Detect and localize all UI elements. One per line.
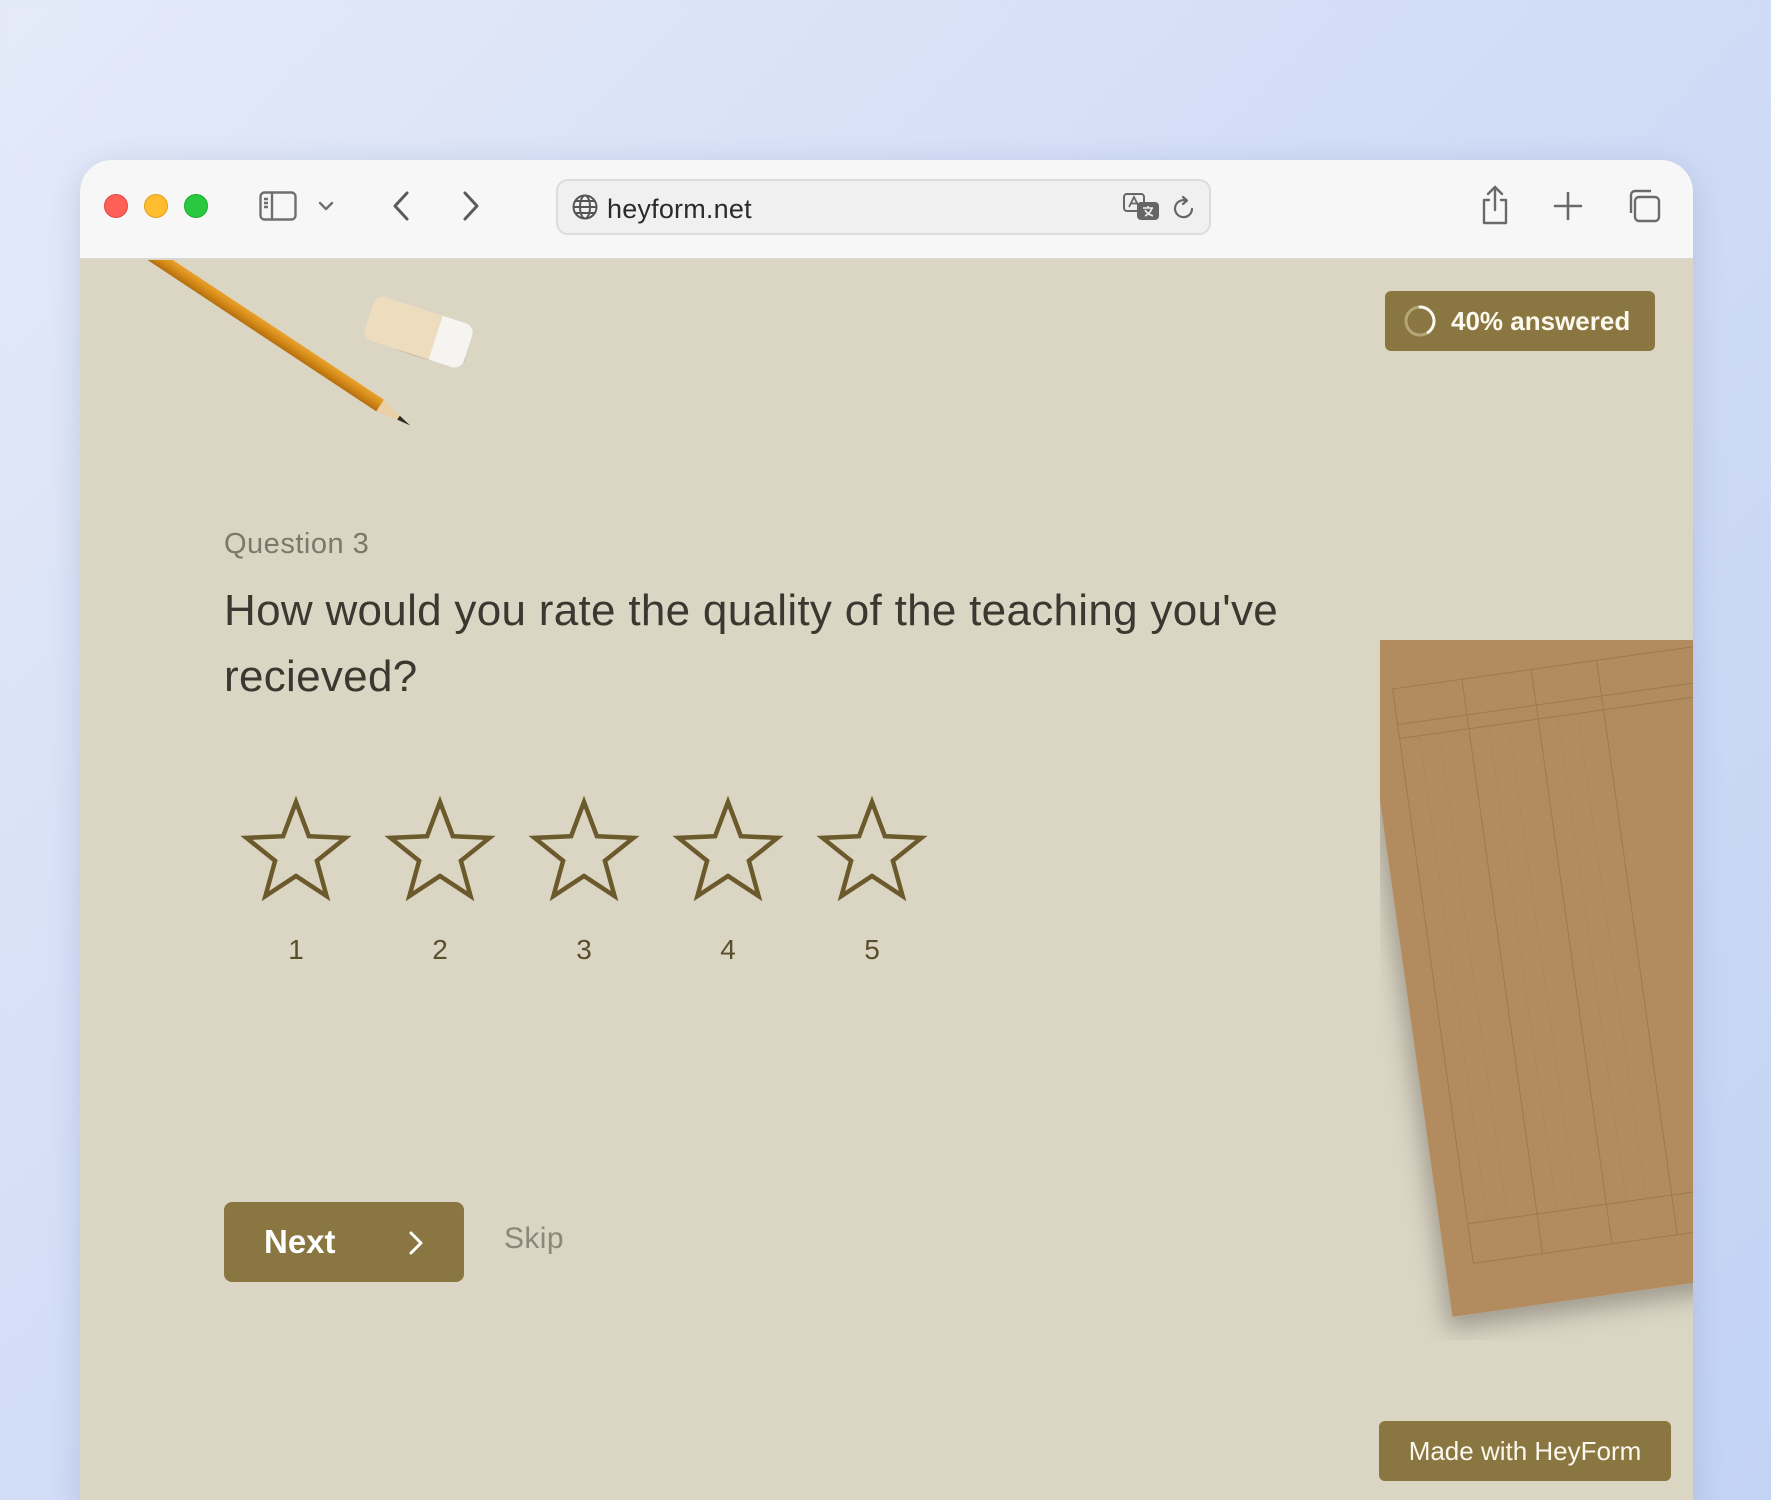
star-label: 1 bbox=[288, 934, 304, 965]
next-button-label: Next bbox=[264, 1223, 336, 1260]
zoom-window-button[interactable] bbox=[184, 194, 208, 218]
reload-icon[interactable] bbox=[1170, 193, 1198, 223]
url-text: heyform.net bbox=[607, 194, 752, 224]
chevron-left-icon[interactable] bbox=[384, 188, 418, 224]
sidebar-toggle-icon[interactable] bbox=[258, 188, 298, 224]
chevron-down-icon[interactable] bbox=[316, 194, 336, 218]
star-label: 2 bbox=[432, 934, 448, 965]
star-option-5[interactable]: 5 bbox=[800, 794, 944, 966]
chevron-right-icon bbox=[409, 1231, 423, 1255]
star-option-3[interactable]: 3 bbox=[512, 794, 656, 966]
minimize-window-button[interactable] bbox=[144, 194, 168, 218]
star-icon bbox=[672, 795, 784, 902]
progress-ring-icon bbox=[1404, 305, 1436, 337]
made-with-heyform-badge[interactable]: Made with HeyForm bbox=[1379, 1421, 1671, 1481]
tab-overview-icon[interactable] bbox=[1624, 186, 1664, 226]
plus-icon[interactable] bbox=[1550, 188, 1586, 224]
address-bar[interactable]: heyform.net bbox=[556, 179, 1211, 235]
progress-text: 40% answered bbox=[1451, 305, 1631, 336]
browser-window: heyform.net 40% answered Question 3 How … bbox=[80, 160, 1693, 1500]
notebook-illustration bbox=[1380, 640, 1693, 1317]
star-icon bbox=[816, 795, 928, 902]
chevron-right-icon[interactable] bbox=[454, 188, 488, 224]
form-page: 40% answered Question 3 How would you ra… bbox=[80, 260, 1693, 1500]
star-label: 3 bbox=[576, 934, 592, 965]
progress-badge: 40% answered bbox=[1385, 291, 1655, 351]
star-rating: 1 2 3 4 5 bbox=[224, 794, 944, 966]
share-icon[interactable] bbox=[1476, 182, 1514, 228]
globe-icon bbox=[570, 192, 600, 222]
star-option-1[interactable]: 1 bbox=[224, 794, 368, 966]
next-button[interactable]: Next bbox=[224, 1202, 464, 1282]
question-title: How would you rate the quality of the te… bbox=[224, 586, 1279, 701]
browser-toolbar: heyform.net bbox=[80, 160, 1693, 259]
star-option-4[interactable]: 4 bbox=[656, 794, 800, 966]
question-number: Question 3 bbox=[224, 528, 370, 560]
star-icon bbox=[528, 795, 640, 902]
star-label: 4 bbox=[720, 934, 736, 965]
star-icon bbox=[240, 795, 352, 902]
star-label: 5 bbox=[864, 934, 880, 965]
star-option-2[interactable]: 2 bbox=[368, 794, 512, 966]
close-window-button[interactable] bbox=[104, 194, 128, 218]
eraser-illustration bbox=[364, 296, 473, 368]
skip-button[interactable]: Skip bbox=[504, 1222, 564, 1256]
translate-icon[interactable] bbox=[1122, 191, 1160, 223]
star-icon bbox=[384, 795, 496, 902]
